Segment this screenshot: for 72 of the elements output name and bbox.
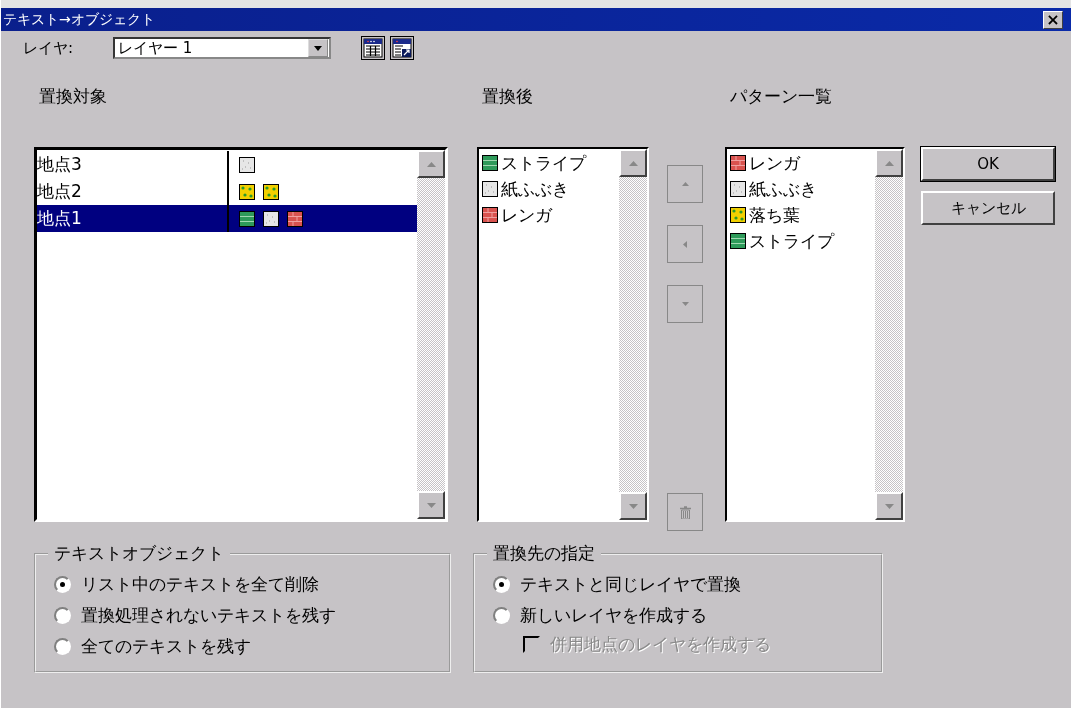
- striped-swatch-icon: [482, 155, 498, 171]
- brick-swatch-icon: [482, 207, 498, 223]
- radio-option[interactable]: テキストと同じレイヤで置換: [493, 569, 881, 600]
- brick-swatch-icon: [730, 155, 746, 171]
- option-label: 置換処理されないテキストを残す: [81, 604, 336, 627]
- dotted-swatch-icon: [730, 207, 746, 223]
- caret-icon: [314, 45, 322, 51]
- speckled-swatch-icon: [482, 181, 498, 197]
- radio-button[interactable]: [493, 607, 510, 624]
- group-title: テキストオブジェクト: [48, 542, 230, 565]
- brick-swatch-icon: [287, 210, 303, 227]
- up-arrow-icon: [681, 182, 689, 186]
- option-label: 全てのテキストを残す: [81, 635, 251, 658]
- layer-dropdown[interactable]: レイヤー 1: [113, 37, 331, 59]
- scroll-down-button[interactable]: [619, 492, 647, 520]
- radio-button[interactable]: [54, 576, 71, 593]
- scroll-down-button[interactable]: [875, 492, 903, 520]
- speckled-swatch-icon: [263, 210, 279, 227]
- up-arrow-icon: [426, 161, 436, 167]
- list-item[interactable]: 紙ふぶき: [727, 176, 875, 202]
- down-arrow-icon: [628, 503, 638, 509]
- location-name: 地点1: [37, 205, 229, 232]
- table-icon: [363, 38, 383, 58]
- speckled-swatch-icon: [239, 156, 255, 173]
- window-title: テキスト→オブジェクト: [3, 10, 155, 29]
- radio-option[interactable]: 置換処理されないテキストを残す: [54, 600, 449, 631]
- scroll-up-button[interactable]: [875, 149, 903, 177]
- close-button[interactable]: ×: [1043, 10, 1063, 29]
- up-arrow-icon: [884, 160, 894, 166]
- radio-option[interactable]: 全てのテキストを残す: [54, 631, 449, 662]
- radio-button[interactable]: [54, 638, 71, 655]
- left-arrow-icon: [683, 240, 687, 248]
- checkbox-label: 併用地点のレイヤを作成する: [550, 632, 771, 656]
- table-button[interactable]: [361, 36, 385, 60]
- list-item[interactable]: レンガ: [727, 150, 875, 176]
- list-item[interactable]: 落ち葉: [727, 202, 875, 228]
- list-heading: 置換後: [481, 85, 534, 108]
- list-heading: 置換対象: [38, 85, 108, 108]
- list-item[interactable]: ストライプ: [479, 150, 619, 176]
- radio-button[interactable]: [54, 607, 71, 624]
- layer-label: レイヤ:: [23, 38, 75, 58]
- option-label: リスト中のテキストを全て削除: [81, 573, 319, 596]
- list-item[interactable]: 紙ふぶき: [479, 176, 619, 202]
- option-label: 新しいレイヤを作成する: [520, 604, 707, 627]
- list-item[interactable]: ストライプ: [727, 228, 875, 254]
- down-arrow-icon: [681, 302, 689, 306]
- down-arrow-icon: [426, 502, 436, 508]
- dotted-swatch-icon: [239, 183, 255, 200]
- down-arrow-icon: [884, 503, 894, 509]
- radio-option[interactable]: 新しいレイヤを作成する: [493, 600, 881, 631]
- group-title: 置換先の指定: [487, 542, 601, 565]
- list-item[interactable]: レンガ: [479, 202, 619, 228]
- option-label: テキストと同じレイヤで置換: [520, 573, 741, 596]
- list-row[interactable]: 地点1: [37, 205, 417, 232]
- speckled-swatch-icon: [730, 181, 746, 197]
- location-name: 地点3: [37, 151, 229, 178]
- striped-swatch-icon: [239, 210, 255, 227]
- striped-swatch-icon: [730, 233, 746, 249]
- list-row[interactable]: 地点3: [37, 151, 417, 178]
- list-heading: パターン一覧: [729, 85, 833, 108]
- dotted-swatch-icon: [263, 183, 279, 200]
- table-export-button[interactable]: [390, 36, 414, 60]
- cancel-button[interactable]: キャンセル: [921, 191, 1055, 225]
- scroll-down-button[interactable]: [417, 491, 445, 519]
- radio-option[interactable]: リスト中のテキストを全て削除: [54, 569, 449, 600]
- radio-button[interactable]: [493, 576, 510, 593]
- table-icon: [392, 38, 412, 58]
- scroll-up-button[interactable]: [619, 149, 647, 177]
- trash-icon: [679, 505, 691, 519]
- ok-button[interactable]: OK: [921, 147, 1055, 181]
- up-arrow-icon: [628, 160, 638, 166]
- scroll-up-button[interactable]: [417, 150, 445, 178]
